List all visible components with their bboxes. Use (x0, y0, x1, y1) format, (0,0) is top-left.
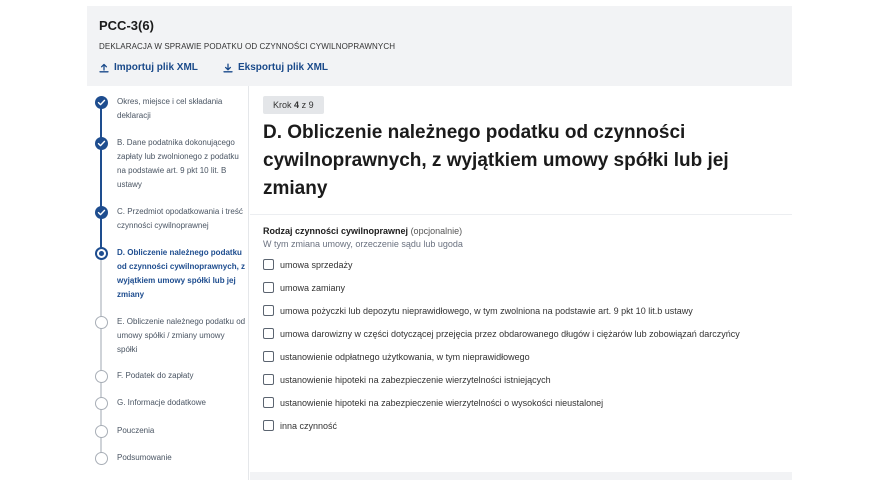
step-3[interactable]: C. Przedmiot opodatkowania i treść czynn… (95, 205, 247, 233)
declaration-form-app: PCC-3(6) DEKLARACJA W SPRAWIE PODATKU OD… (87, 6, 792, 480)
checkbox[interactable] (263, 374, 274, 385)
empty-circle-icon (95, 397, 108, 410)
checkbox[interactable] (263, 420, 274, 431)
option-label: umowa darowizny w części dotyczącej prze… (280, 328, 740, 339)
steps-sidebar: Okres, miejsce i cel składania deklaracj… (87, 86, 249, 480)
field-label-text: Rodzaj czynności cywilnoprawnej (263, 226, 409, 236)
checkbox[interactable] (263, 328, 274, 339)
step-1[interactable]: Okres, miejsce i cel składania deklaracj… (95, 95, 247, 123)
empty-circle-icon (95, 316, 108, 329)
step-2[interactable]: B. Dane podatnika dokonującego zapłaty l… (95, 136, 247, 192)
field-label: Rodzaj czynności cywilnoprawnej (opcjona… (263, 226, 462, 236)
option-odplatne-uzytkowanie[interactable]: ustanowienie odpłatnego użytkowania, w t… (263, 351, 530, 362)
section-title: D. Obliczenie należnego podatku od czynn… (263, 122, 729, 199)
export-xml-button[interactable]: Eksportuj plik XML (223, 62, 328, 73)
empty-circle-icon (95, 452, 108, 465)
step-label: Pouczenia (117, 426, 155, 435)
step-label: C. Przedmiot opodatkowania i treść czynn… (117, 207, 243, 230)
check-circle-icon (95, 137, 108, 150)
checkbox[interactable] (263, 305, 274, 316)
step-label: G. Informacje dodatkowe (117, 398, 206, 407)
step-label: Podsumowanie (117, 453, 172, 462)
option-label: umowa zamiany (280, 282, 346, 293)
empty-circle-icon (95, 425, 108, 438)
import-xml-label: Importuj plik XML (114, 62, 198, 73)
option-umowa-pozyczki[interactable]: umowa pożyczki lub depozytu nieprawidłow… (263, 305, 693, 316)
option-hipoteka-istniejace[interactable]: ustanowienie hipoteki na zabezpieczenie … (263, 374, 551, 385)
step-content: Krok 4 z 9 D. Obliczenie należnego podat… (250, 86, 792, 480)
option-label: ustanowienie odpłatnego użytkowania, w t… (280, 351, 530, 362)
upload-icon (99, 63, 109, 72)
step-counter-total: 9 (308, 100, 314, 110)
step-counter-badge: Krok 4 z 9 (263, 96, 324, 114)
content-bottom-band (250, 472, 792, 480)
check-circle-icon (95, 96, 108, 109)
option-label: umowa sprzedaży (280, 259, 353, 270)
step-7[interactable]: G. Informacje dodatkowe (95, 396, 247, 410)
step-9[interactable]: Podsumowanie (95, 451, 247, 465)
option-umowa-darowizny[interactable]: umowa darowizny w części dotyczącej prze… (263, 328, 740, 339)
checkbox[interactable] (263, 397, 274, 408)
option-umowa-sprzedazy[interactable]: umowa sprzedaży (263, 259, 353, 270)
step-5[interactable]: E. Obliczenie należnego podatku od umowy… (95, 315, 247, 357)
option-label: ustanowienie hipoteki na zabezpieczenie … (280, 397, 604, 408)
step-counter-current: 4 (294, 100, 300, 110)
import-xml-button[interactable]: Importuj plik XML (99, 62, 198, 73)
step-6[interactable]: F. Podatek do zapłaty (95, 369, 247, 383)
step-8[interactable]: Pouczenia (95, 424, 247, 438)
step-4-current[interactable]: D. Obliczenie należnego podatku od czynn… (95, 246, 247, 302)
field-optional-note: (opcjonalnie) (410, 226, 463, 236)
divider (250, 214, 792, 215)
step-label: F. Podatek do zapłaty (117, 371, 194, 380)
step-counter-prefix: Krok (273, 100, 292, 110)
step-label: Okres, miejsce i cel składania deklaracj… (117, 97, 223, 120)
option-hipoteka-nieustalona[interactable]: ustanowienie hipoteki na zabezpieczenie … (263, 397, 603, 408)
checkbox[interactable] (263, 351, 274, 362)
option-label: umowa pożyczki lub depozytu nieprawidłow… (280, 305, 693, 316)
current-step-icon (95, 247, 108, 260)
option-label: ustanowienie hipoteki na zabezpieczenie … (280, 374, 551, 385)
download-icon (223, 63, 233, 72)
option-umowa-zamiany[interactable]: umowa zamiany (263, 282, 345, 293)
check-circle-icon (95, 206, 108, 219)
step-label: D. Obliczenie należnego podatku od czynn… (117, 248, 246, 299)
field-hint: W tym zmiana umowy, orzeczenie sądu lub … (263, 239, 463, 249)
form-code: PCC-3(6) (99, 18, 154, 33)
step-label: E. Obliczenie należnego podatku od umowy… (117, 317, 246, 354)
option-inna-czynnosc[interactable]: inna czynność (263, 420, 337, 431)
empty-circle-icon (95, 370, 108, 383)
checkbox[interactable] (263, 259, 274, 270)
option-label: inna czynność (280, 420, 338, 431)
step-label: B. Dane podatnika dokonującego zapłaty l… (117, 138, 239, 189)
checkbox[interactable] (263, 282, 274, 293)
form-description: DEKLARACJA W SPRAWIE PODATKU OD CZYNNOŚC… (99, 42, 396, 51)
step-counter-separator: z (301, 100, 307, 110)
export-xml-label: Eksportuj plik XML (238, 62, 329, 73)
form-header: PCC-3(6) DEKLARACJA W SPRAWIE PODATKU OD… (87, 6, 792, 86)
